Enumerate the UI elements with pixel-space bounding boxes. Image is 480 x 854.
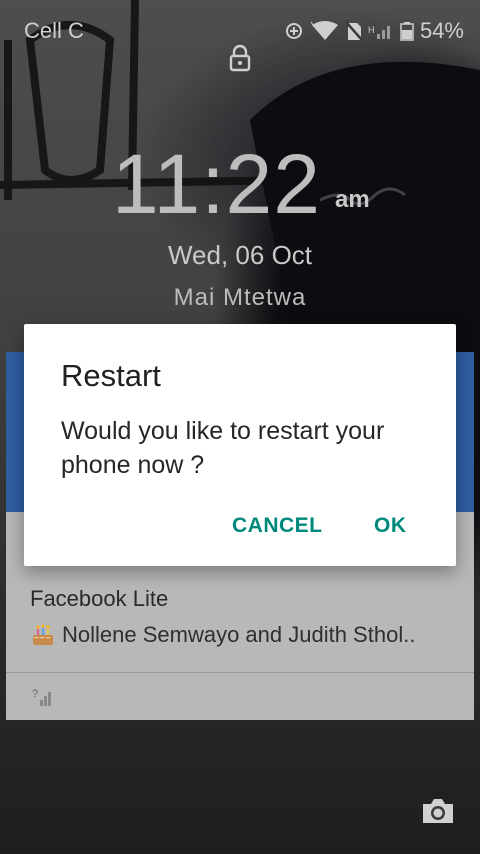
notification-text-row: Nollene Semwayo and Judith Sthol.. xyxy=(30,622,460,648)
restart-dialog: Restart Would you like to restart your p… xyxy=(24,324,456,566)
signal-icon: H xyxy=(368,25,390,39)
owner-info: Mai Mtetwa xyxy=(173,284,307,311)
cancel-button[interactable]: CANCEL xyxy=(224,508,331,544)
data-saver-icon xyxy=(285,23,302,39)
carrier-label: Cell C xyxy=(24,18,84,43)
birthday-cake-icon xyxy=(33,624,53,645)
notification-text: Nollene Semwayo and Judith Sthol.. xyxy=(62,622,416,647)
notification-divider xyxy=(6,672,474,673)
lock-icon xyxy=(229,44,251,72)
camera-icon[interactable] xyxy=(420,796,456,826)
wifi-icon xyxy=(310,21,338,40)
no-sim-icon xyxy=(345,21,362,41)
notification-app-name: Facebook Lite xyxy=(30,586,169,611)
lockscreen-date: Wed, 06 Oct xyxy=(167,240,313,270)
sim-signal-icon: ? xyxy=(32,688,51,706)
lockscreen-clock: 11:22 xyxy=(112,137,321,231)
dialog-title: Restart xyxy=(61,358,161,393)
battery-icon xyxy=(400,22,414,41)
battery-percentage: 54% xyxy=(419,18,464,43)
ok-button[interactable]: OK xyxy=(366,508,415,544)
status-icons: H 54% xyxy=(284,18,464,44)
svg-text:?: ? xyxy=(32,688,38,700)
lockscreen-ampm: am xyxy=(335,186,370,213)
svg-text:H: H xyxy=(368,25,375,35)
dialog-message: Would you like to restart your phone now… xyxy=(61,417,385,479)
